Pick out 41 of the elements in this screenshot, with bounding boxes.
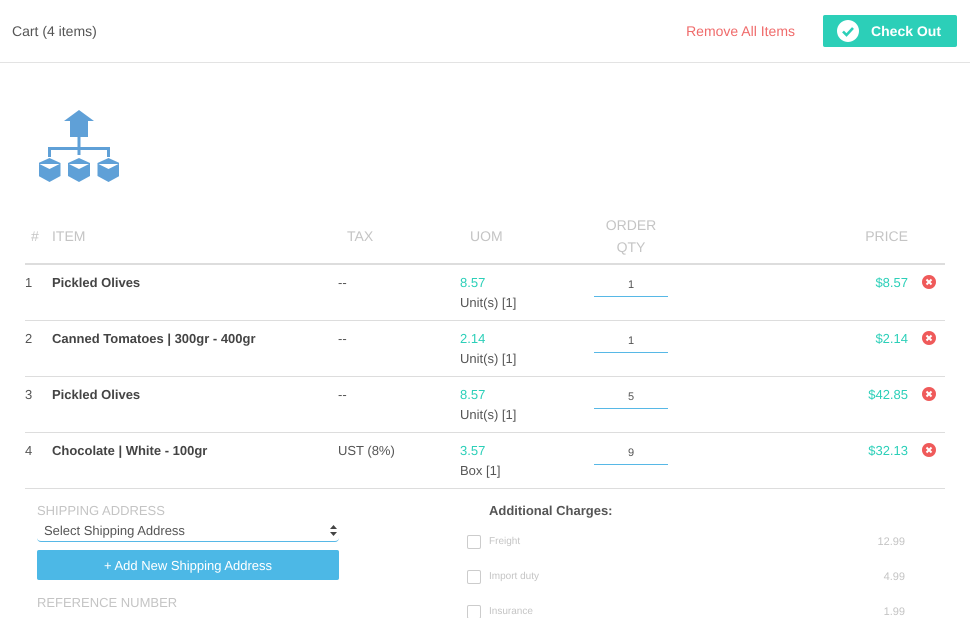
unit-of-measure: Unit(s) [1] <box>460 351 518 367</box>
item-name: Pickled Olives <box>52 275 142 291</box>
tax-cell-text: UST (8%) <box>338 443 396 459</box>
tax-cell-text: -- <box>338 331 348 347</box>
price-cell-text: $32.13 <box>867 443 908 459</box>
price-cell-text: $8.57 <box>874 275 908 291</box>
charge-amount: 1.99 <box>884 606 905 618</box>
column-header: UOM <box>469 226 504 246</box>
cart-title: Cart (4 items) <box>12 23 98 39</box>
reference-number-label: REFERENCE NUMBER <box>37 595 178 610</box>
charge-label: Freight <box>489 536 522 547</box>
row-number: 3 <box>25 387 34 403</box>
price-cell-text: $2.14 <box>874 331 908 347</box>
unit-of-measure: Unit(s) [1] <box>460 295 518 311</box>
unit-price: 3.57 <box>460 443 486 459</box>
item-name: Canned Tomatoes | 300gr - 400gr <box>52 331 257 347</box>
row-number: 2 <box>25 331 34 347</box>
charge-label: Import duty <box>489 571 540 582</box>
column-header: TAX <box>346 226 374 246</box>
unit-price: 8.57 <box>460 387 486 403</box>
item-name: Chocolate | White - 100gr <box>52 443 208 459</box>
column-header: PRICE <box>864 226 908 246</box>
unit-price: 2.14 <box>460 331 486 347</box>
column-header: # <box>30 226 40 246</box>
charge-amount: 4.99 <box>884 570 905 582</box>
unit-of-measure: Unit(s) [1] <box>460 407 518 423</box>
price-cell-text: $42.85 <box>867 387 908 403</box>
row-number: 4 <box>25 443 34 459</box>
additional-charges-title: Additional Charges: <box>489 503 614 518</box>
column-header: ITEM <box>52 226 86 246</box>
shipping-address-select[interactable]: Select Shipping Address <box>37 520 339 542</box>
column-header: ORDER QTY <box>604 216 658 257</box>
item-name: Pickled Olives <box>52 387 142 403</box>
row-number: 1 <box>25 275 34 291</box>
tax-cell-text: -- <box>338 387 348 403</box>
unit-of-measure: Box [1] <box>460 463 502 479</box>
charge-amount: 12.99 <box>877 536 905 548</box>
shipping-address-label: SHIPPING ADDRESS <box>37 503 166 518</box>
tax-cell-text: -- <box>338 275 348 291</box>
unit-price: 8.57 <box>460 275 486 291</box>
charge-label: Insurance <box>489 606 534 617</box>
